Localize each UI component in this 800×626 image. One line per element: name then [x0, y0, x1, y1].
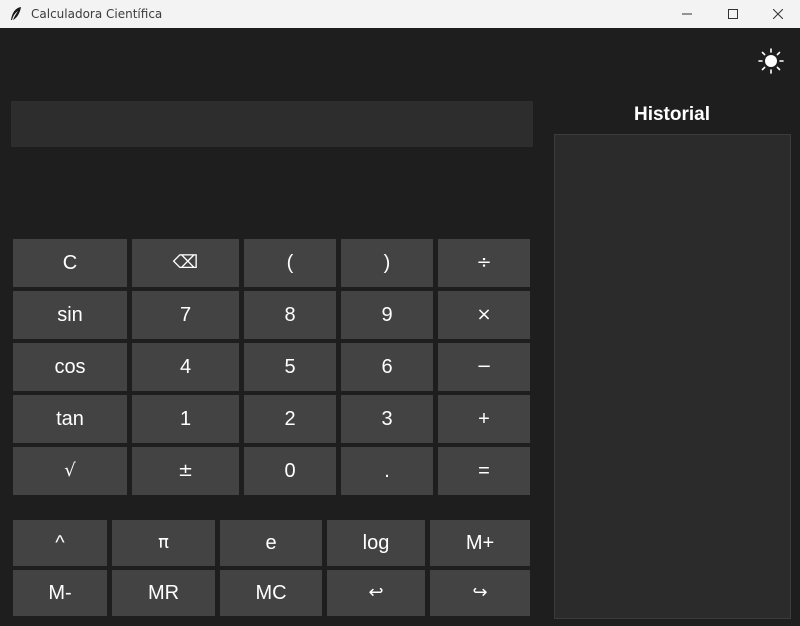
digit-8-button[interactable]: 8	[244, 291, 336, 339]
add-button[interactable]: +	[438, 395, 530, 443]
button-label: C	[62, 252, 78, 274]
button-label: =	[478, 460, 490, 482]
button-label: ↪	[472, 582, 488, 603]
button-label: log	[362, 532, 390, 554]
digit-2-button[interactable]: 2	[244, 395, 336, 443]
button-label: ×	[476, 304, 492, 325]
feather-icon	[9, 6, 23, 22]
button-label: tan	[56, 408, 84, 430]
equals-button[interactable]: =	[438, 447, 530, 495]
euler-button[interactable]: e	[220, 520, 322, 566]
button-label: ^	[55, 532, 65, 554]
button-label: e	[265, 532, 277, 554]
theme-toggle-button[interactable]	[756, 47, 786, 75]
cos-button[interactable]: cos	[13, 343, 127, 391]
memory-recall-button[interactable]: MR	[112, 570, 215, 616]
button-label: M+	[465, 532, 495, 554]
digit-4-button[interactable]: 4	[132, 343, 239, 391]
digit-6-button[interactable]: 6	[341, 343, 433, 391]
digit-0-button[interactable]: 0	[244, 447, 336, 495]
sqrt-button[interactable]: √	[13, 447, 127, 495]
digit-7-button[interactable]: 7	[132, 291, 239, 339]
button-label: ↩	[368, 582, 384, 603]
digit-3-button[interactable]: 3	[341, 395, 433, 443]
button-label: M-	[48, 582, 72, 604]
button-label: cos	[54, 356, 86, 378]
digit-1-button[interactable]: 1	[132, 395, 239, 443]
tan-button[interactable]: tan	[13, 395, 127, 443]
divide-button[interactable]: ÷	[438, 239, 530, 287]
button-label: 1	[179, 408, 192, 430]
button-label: 9	[381, 304, 393, 326]
button-label: +	[478, 408, 490, 430]
multiply-button[interactable]: ×	[438, 291, 530, 339]
button-label: 4	[179, 356, 192, 378]
sin-button[interactable]: sin	[13, 291, 127, 339]
button-label: −	[476, 356, 492, 377]
digit-5-button[interactable]: 5	[244, 343, 336, 391]
memory-subtract-button[interactable]: M-	[13, 570, 107, 616]
maximize-button[interactable]	[710, 0, 756, 28]
backspace-button[interactable]: ⌫	[132, 239, 239, 287]
redo-button[interactable]: ↪	[430, 570, 530, 616]
button-label: 7	[179, 304, 192, 326]
button-label: π	[158, 532, 169, 553]
close-button[interactable]	[755, 0, 800, 28]
calculator-display[interactable]	[11, 101, 533, 147]
open-paren-button[interactable]: (	[244, 239, 336, 287]
subtract-button[interactable]: −	[438, 343, 530, 391]
minimize-button[interactable]	[664, 0, 710, 28]
decimal-button[interactable]: .	[341, 447, 433, 495]
button-label: )	[383, 252, 391, 274]
close-paren-button[interactable]: )	[341, 239, 433, 287]
undo-button[interactable]: ↩	[327, 570, 425, 616]
button-label: ±	[177, 460, 194, 481]
history-list[interactable]	[554, 134, 791, 619]
title-bar: Calculadora Científica	[0, 0, 800, 28]
clear-button[interactable]: C	[13, 239, 127, 287]
button-label: sin	[57, 304, 83, 326]
button-label: ÷	[476, 252, 492, 273]
log-button[interactable]: log	[327, 520, 425, 566]
window-title: Calculadora Científica	[31, 7, 163, 21]
button-label: 3	[381, 408, 393, 430]
negate-button[interactable]: ±	[132, 447, 239, 495]
history-title: Historial	[633, 104, 711, 125]
button-label: MR	[147, 582, 180, 604]
button-label: (	[286, 252, 294, 274]
button-label: .	[384, 460, 390, 482]
button-label: 5	[284, 356, 296, 378]
memory-add-button[interactable]: M+	[430, 520, 530, 566]
button-label: MC	[255, 582, 287, 604]
pi-button[interactable]: π	[112, 520, 215, 566]
sun-icon	[758, 48, 784, 74]
power-button[interactable]: ^	[13, 520, 107, 566]
button-label: 2	[284, 408, 296, 430]
digit-9-button[interactable]: 9	[341, 291, 433, 339]
button-label: 8	[284, 304, 296, 326]
button-label: 6	[381, 356, 393, 378]
button-label: 0	[284, 460, 296, 482]
button-label: √	[64, 460, 76, 481]
button-label: ⌫	[172, 252, 199, 273]
memory-clear-button[interactable]: MC	[220, 570, 322, 616]
